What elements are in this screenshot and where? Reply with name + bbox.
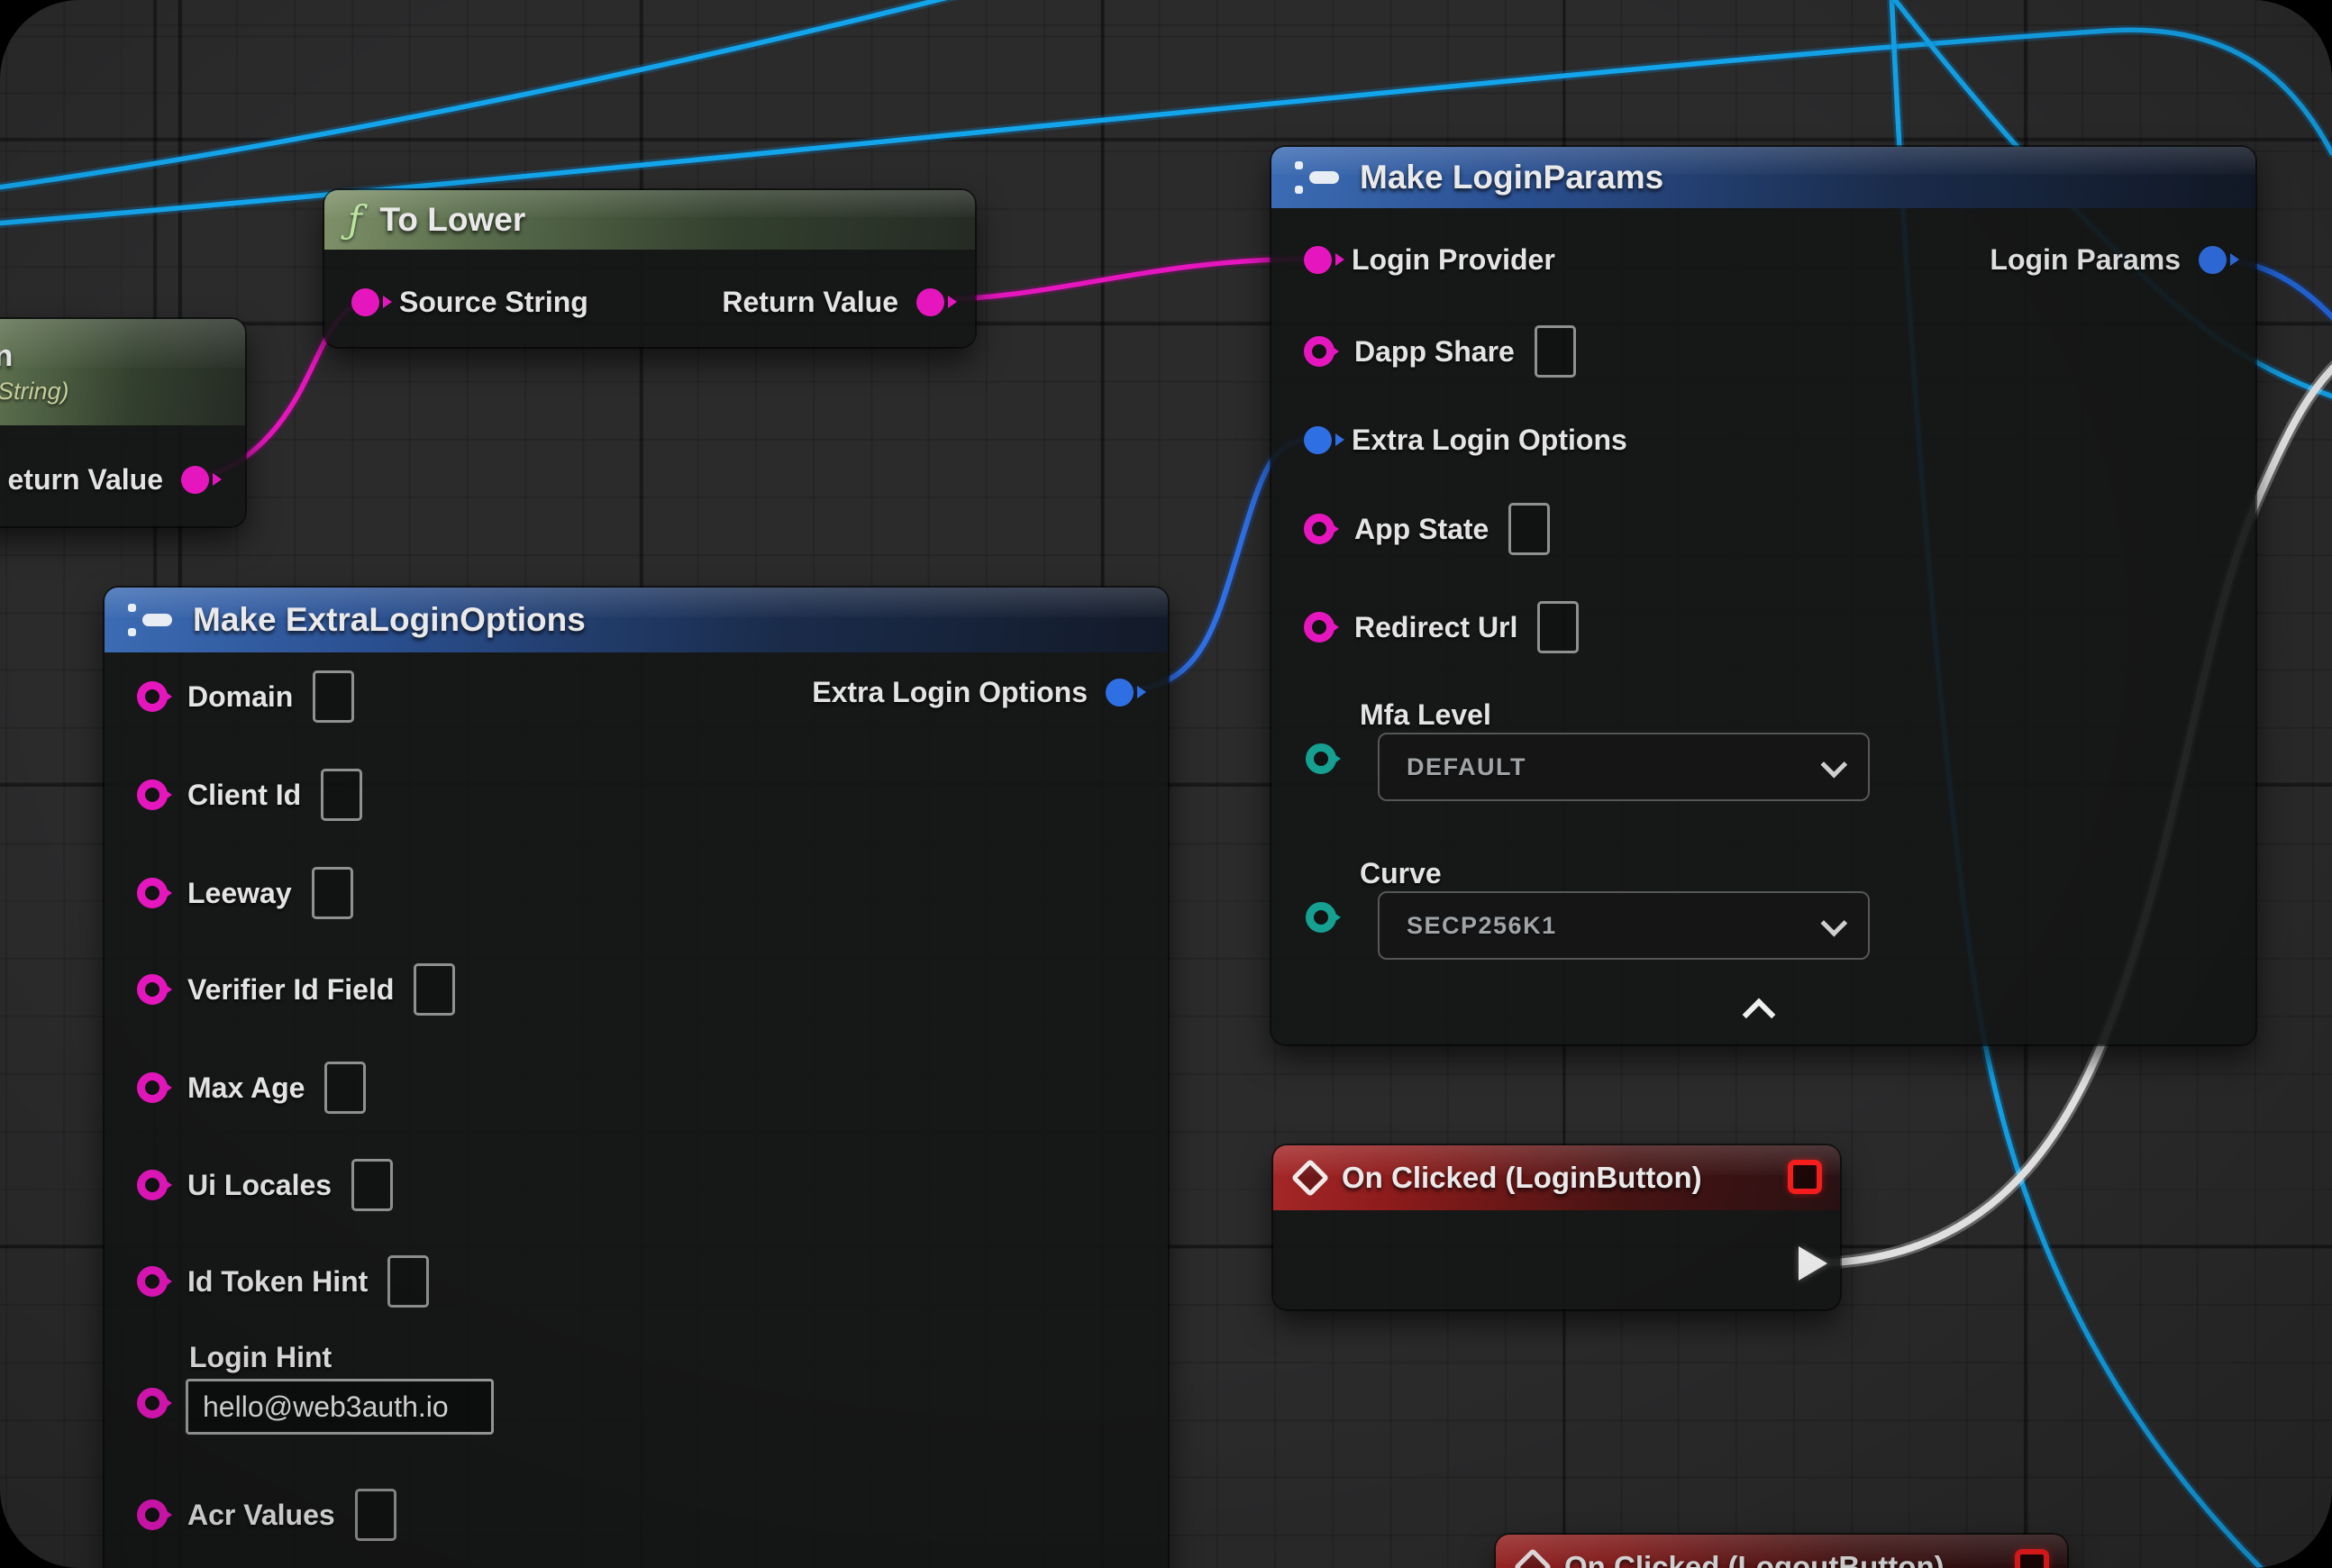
string-pin-redirect-url[interactable] (1304, 612, 1335, 643)
pin-label: Max Age (187, 1071, 305, 1105)
node-header[interactable]: Make LoginParams (1271, 147, 2255, 208)
node-on-clicked-login-button[interactable]: On Clicked (LoginButton) (1273, 1145, 1840, 1309)
pin-label: Extra Login Options (812, 676, 1088, 709)
mfa-level-value: DEFAULT (1407, 753, 1526, 781)
value-input-client-id[interactable] (321, 769, 362, 821)
node-title: To Lower (380, 201, 526, 239)
curve-dropdown[interactable]: SECP256K1 (1378, 891, 1870, 960)
node-text-getter[interactable]: tion ox (String) eturn Value (0, 319, 245, 526)
chevron-down-icon (1820, 909, 1847, 936)
node-header[interactable]: On Clicked (LogoutButton) (1496, 1535, 2067, 1568)
node-to-lower[interactable]: ƒ To Lower Source String Return Value (324, 190, 975, 347)
struct-pin-login-params[interactable] (2199, 246, 2227, 274)
pin-label: Leeway (187, 877, 292, 910)
pin-label: Id Token Hint (187, 1265, 368, 1299)
pin-label-curve: Curve (1360, 857, 1442, 890)
wire-cyan-1 (0, 0, 1036, 191)
login-hint-input[interactable] (186, 1379, 494, 1435)
exec-pin-output[interactable] (1799, 1246, 1827, 1281)
string-pin-dapp-share[interactable] (1304, 336, 1335, 367)
enum-pin-mfa-level[interactable] (1306, 743, 1336, 774)
pin-label: Source String (399, 286, 588, 319)
value-input-max-age[interactable] (324, 1062, 366, 1114)
pin-label: Domain (187, 680, 293, 714)
function-icon: ƒ (348, 201, 362, 239)
node-make-extra-login-options[interactable]: Make ExtraLoginOptions Extra Login Optio… (105, 588, 1168, 1568)
pin-label: Redirect Url (1354, 611, 1517, 644)
chevron-down-icon (1820, 751, 1847, 778)
pin-label: Return Value (722, 286, 898, 319)
struct-pin-extra-login-options[interactable] (1304, 426, 1332, 454)
make-struct-icon (1295, 158, 1342, 197)
string-pin-leeway[interactable] (137, 878, 168, 908)
string-pin-id-token-hint[interactable] (137, 1266, 168, 1297)
collapse-node-chevron-icon[interactable] (1743, 998, 1776, 1032)
string-pin-max-age[interactable] (137, 1072, 168, 1103)
event-diamond-icon (1514, 1548, 1552, 1568)
event-diamond-icon (1291, 1159, 1329, 1197)
value-input-verifier-id-field[interactable] (414, 963, 455, 1016)
make-struct-icon (128, 600, 175, 640)
mfa-level-dropdown[interactable]: DEFAULT (1378, 733, 1870, 801)
string-pin-verifier-id-field[interactable] (137, 974, 168, 1005)
pin-label: eturn Value (8, 463, 164, 497)
string-pin-login-hint[interactable] (137, 1388, 168, 1418)
pin-label: Login Params (1990, 243, 2181, 277)
string-pin-acr-values[interactable] (137, 1500, 168, 1530)
enum-pin-curve[interactable] (1306, 902, 1336, 933)
string-pin-source-string[interactable] (351, 288, 379, 316)
value-input-leeway[interactable] (312, 867, 353, 919)
node-on-clicked-logout-button[interactable]: On Clicked (LogoutButton) (1496, 1535, 2067, 1568)
pin-label-login-hint: Login Hint (189, 1341, 332, 1374)
node-title: On Clicked (LoginButton) (1342, 1161, 1702, 1195)
pin-label: Client Id (187, 779, 301, 812)
value-input-domain[interactable] (313, 670, 354, 723)
string-pin-app-state[interactable] (1304, 514, 1335, 544)
blueprint-graph-canvas[interactable]: tion ox (String) eturn Value ƒ To Lower … (0, 0, 2332, 1568)
pin-label: Dapp Share (1354, 335, 1515, 369)
struct-pin-output[interactable] (1106, 679, 1134, 707)
delegate-pin[interactable] (2015, 1549, 2049, 1568)
value-input-app-state[interactable] (1508, 503, 1550, 555)
delegate-pin[interactable] (1788, 1160, 1822, 1194)
string-pin-domain[interactable] (137, 681, 168, 712)
node-title: On Clicked (LogoutButton) (1564, 1550, 1945, 1568)
string-pin-output[interactable] (181, 466, 209, 494)
string-pin-client-id[interactable] (137, 779, 168, 810)
pin-label: Ui Locales (187, 1169, 332, 1202)
pin-label: Extra Login Options (1352, 424, 1627, 457)
node-header[interactable]: Make ExtraLoginOptions (105, 588, 1168, 652)
value-input-id-token-hint[interactable] (387, 1255, 429, 1308)
value-input-dapp-share[interactable] (1535, 325, 1576, 378)
node-title: Make ExtraLoginOptions (193, 601, 586, 639)
string-pin-return-value[interactable] (916, 288, 944, 316)
node-header[interactable]: ƒ To Lower (324, 190, 975, 250)
pin-label-mfa-level: Mfa Level (1360, 698, 1491, 732)
node-header[interactable]: On Clicked (LoginButton) (1273, 1145, 1840, 1210)
pin-label: Login Provider (1352, 243, 1555, 277)
pin-label: Acr Values (187, 1499, 335, 1532)
curve-value: SECP256K1 (1407, 912, 1557, 940)
node-title: Make LoginParams (1360, 159, 1663, 196)
node-subtitle: ox (String) (0, 378, 69, 406)
node-title: tion (0, 339, 13, 374)
value-input-acr-values[interactable] (355, 1489, 396, 1541)
node-header[interactable]: tion ox (String) (0, 319, 245, 425)
pin-label: App State (1354, 513, 1489, 546)
string-pin-ui-locales[interactable] (137, 1170, 168, 1200)
value-input-ui-locales[interactable] (351, 1159, 393, 1211)
value-input-redirect-url[interactable] (1537, 601, 1579, 653)
node-make-login-params[interactable]: Make LoginParams Login Provider Login Pa… (1271, 147, 2255, 1044)
string-pin-login-provider[interactable] (1304, 246, 1332, 274)
pin-label: Verifier Id Field (187, 973, 394, 1007)
